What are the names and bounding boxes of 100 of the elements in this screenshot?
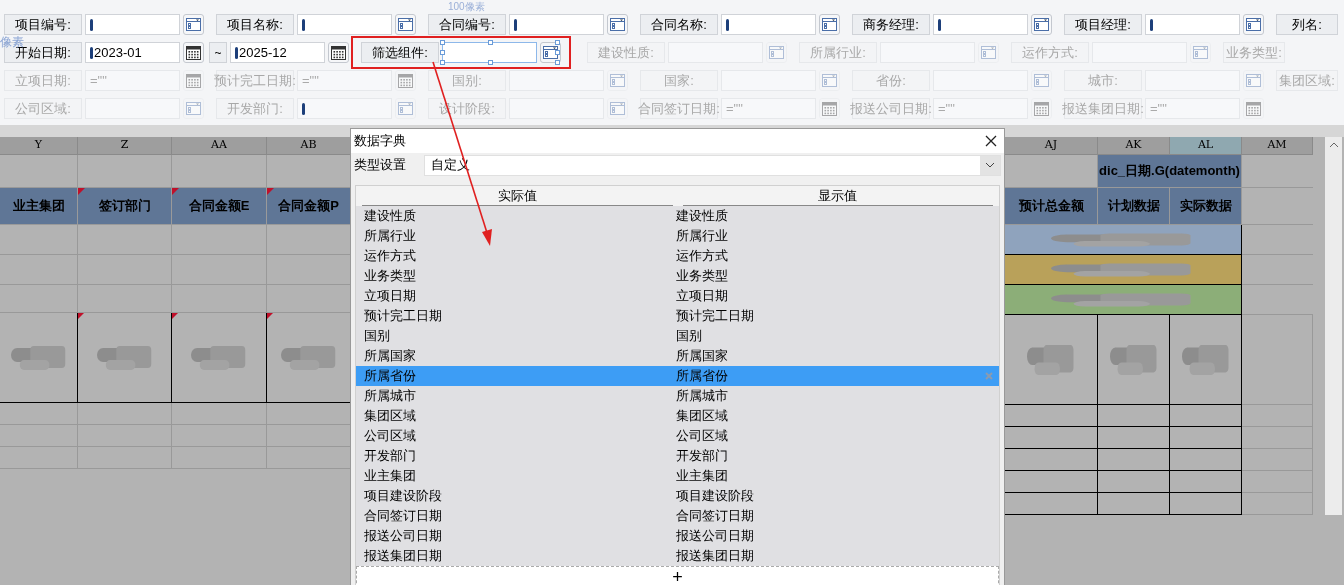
dropdown-icon[interactable] bbox=[819, 14, 840, 35]
close-icon[interactable] bbox=[985, 135, 997, 147]
comment-marker bbox=[172, 313, 178, 319]
chevron-down-icon bbox=[980, 155, 1000, 175]
field-label: 合同名称: bbox=[640, 14, 718, 35]
dictionary-row[interactable]: 运作方式 运作方式 bbox=[356, 246, 999, 266]
dictionary-row[interactable]: 立项日期 立项日期 bbox=[356, 286, 999, 306]
field-label: 所属行业: bbox=[799, 42, 877, 63]
delete-icon[interactable] bbox=[985, 372, 993, 380]
cursor-marker bbox=[938, 18, 941, 31]
dialog-title: 数据字典 bbox=[354, 132, 406, 151]
display-value: 运作方式 bbox=[676, 247, 728, 266]
field-label: 商务经理: bbox=[852, 14, 930, 35]
dictionary-row[interactable]: 开发部门 开发部门 bbox=[356, 446, 999, 466]
column-header[interactable]: Z bbox=[78, 137, 172, 155]
resize-handle[interactable] bbox=[488, 40, 493, 45]
column-header[interactable]: 显示值 bbox=[682, 186, 993, 206]
table-cell bbox=[1170, 493, 1242, 515]
dictionary-row[interactable]: 建设性质 建设性质 bbox=[356, 206, 999, 226]
dictionary-row[interactable]: 合同签订日期 合同签订日期 bbox=[356, 506, 999, 526]
actual-value: 开发部门 bbox=[364, 447, 417, 466]
field-label: 合同签订日期: bbox=[640, 98, 718, 119]
dropdown-icon[interactable] bbox=[1031, 14, 1052, 35]
display-value: 国别 bbox=[676, 327, 702, 346]
dropdown-icon[interactable] bbox=[1243, 14, 1264, 35]
field-label: 国别: bbox=[428, 70, 506, 91]
field-label: 业务类型: bbox=[1223, 42, 1285, 63]
column-header[interactable]: AA bbox=[172, 137, 267, 155]
scroll-up-icon[interactable] bbox=[1328, 141, 1339, 148]
dictionary-row[interactable]: 所属省份 所属省份 bbox=[356, 366, 999, 386]
header-cell: 合同金额P bbox=[267, 188, 351, 225]
column-header[interactable]: AJ bbox=[1005, 137, 1098, 155]
input-field[interactable] bbox=[1145, 14, 1240, 35]
dictionary-row[interactable]: 预计完工日期 预计完工日期 bbox=[356, 306, 999, 326]
table-cell bbox=[1242, 427, 1313, 449]
header-cell: 业主集团 bbox=[0, 188, 78, 225]
input-field[interactable] bbox=[297, 14, 392, 35]
dictionary-row[interactable]: 公司区域 公司区域 bbox=[356, 426, 999, 446]
actual-value: 国别 bbox=[364, 327, 391, 346]
calendar-icon[interactable] bbox=[328, 42, 349, 63]
ruler-label: 100像素 bbox=[448, 1, 485, 13]
dictionary-row[interactable]: 业主集团 业主集团 bbox=[356, 466, 999, 486]
input-field[interactable] bbox=[509, 14, 604, 35]
input-field[interactable] bbox=[933, 14, 1028, 35]
column-header[interactable]: AL bbox=[1170, 137, 1242, 155]
field-label: 城市: bbox=[1064, 70, 1142, 91]
header-cell: 计划数据 bbox=[1098, 188, 1170, 225]
display-value: 所属国家 bbox=[676, 347, 728, 366]
column-header[interactable]: AM bbox=[1242, 137, 1313, 155]
field-value: 2025-12 bbox=[239, 43, 287, 62]
dictionary-row[interactable]: 所属行业 所属行业 bbox=[356, 226, 999, 246]
actual-value: 集团区域 bbox=[364, 407, 417, 426]
table-cell bbox=[1170, 449, 1242, 471]
dictionary-row[interactable]: 项目建设阶段 项目建设阶段 bbox=[356, 486, 999, 506]
field-label: 列名: bbox=[1276, 14, 1338, 35]
dictionary-row[interactable]: 报送集团日期 报送集团日期 bbox=[356, 546, 999, 566]
display-value: 报送公司日期 bbox=[676, 527, 754, 546]
dropdown-icon[interactable] bbox=[395, 14, 416, 35]
display-value: 开发部门 bbox=[676, 447, 728, 466]
comment-marker bbox=[78, 313, 84, 319]
input-field[interactable]: 2025-12 bbox=[230, 42, 325, 63]
range-separator: ~ bbox=[209, 42, 227, 63]
calendar-icon[interactable] bbox=[183, 42, 204, 63]
display-value: 集团区域 bbox=[676, 407, 728, 426]
column-header[interactable]: AK bbox=[1098, 137, 1170, 155]
display-value: 业主集团 bbox=[676, 467, 728, 486]
input-field[interactable]: 2023-01 bbox=[85, 42, 180, 63]
table-cell bbox=[1098, 449, 1170, 471]
dictionary-row[interactable]: 报送公司日期 报送公司日期 bbox=[356, 526, 999, 546]
field-value: ="" bbox=[90, 71, 107, 90]
dropdown-icon[interactable] bbox=[607, 14, 628, 35]
display-value: 建设性质 bbox=[676, 207, 728, 226]
input-field[interactable] bbox=[721, 14, 816, 35]
column-header[interactable]: Y bbox=[0, 137, 78, 155]
actual-value: 所属行业 bbox=[364, 227, 417, 246]
dictionary-row[interactable]: 国别 国别 bbox=[356, 326, 999, 346]
type-label: 类型设置 bbox=[354, 156, 407, 175]
table-cell bbox=[1242, 471, 1313, 493]
dictionary-row[interactable]: 业务类型 业务类型 bbox=[356, 266, 999, 286]
field-label: 项目经理: bbox=[1064, 14, 1142, 35]
resize-handle[interactable] bbox=[488, 60, 493, 65]
cursor-marker bbox=[302, 18, 305, 31]
field-label: 建设性质: bbox=[587, 42, 665, 63]
actual-value: 报送公司日期 bbox=[364, 527, 443, 546]
actual-value: 运作方式 bbox=[364, 247, 417, 266]
field-label: 公司区域: bbox=[4, 98, 82, 119]
actual-value: 公司区域 bbox=[364, 427, 417, 446]
dictionary-row[interactable]: 所属城市 所属城市 bbox=[356, 386, 999, 406]
dictionary-row[interactable]: 集团区域 集团区域 bbox=[356, 406, 999, 426]
dictionary-row[interactable]: 所属国家 所属国家 bbox=[356, 346, 999, 366]
input-field[interactable] bbox=[85, 14, 180, 35]
column-header[interactable]: 实际值 bbox=[362, 186, 673, 206]
field-value: ="" bbox=[302, 71, 319, 90]
actual-value: 所属省份 bbox=[364, 367, 417, 386]
field-label: 开发部门: bbox=[216, 98, 294, 119]
column-header[interactable]: AB bbox=[267, 137, 351, 155]
dropdown-icon[interactable] bbox=[183, 14, 204, 35]
add-row-button[interactable]: + bbox=[356, 566, 999, 585]
actual-value: 合同签订日期 bbox=[364, 507, 443, 526]
field-value: ="" bbox=[726, 99, 743, 118]
